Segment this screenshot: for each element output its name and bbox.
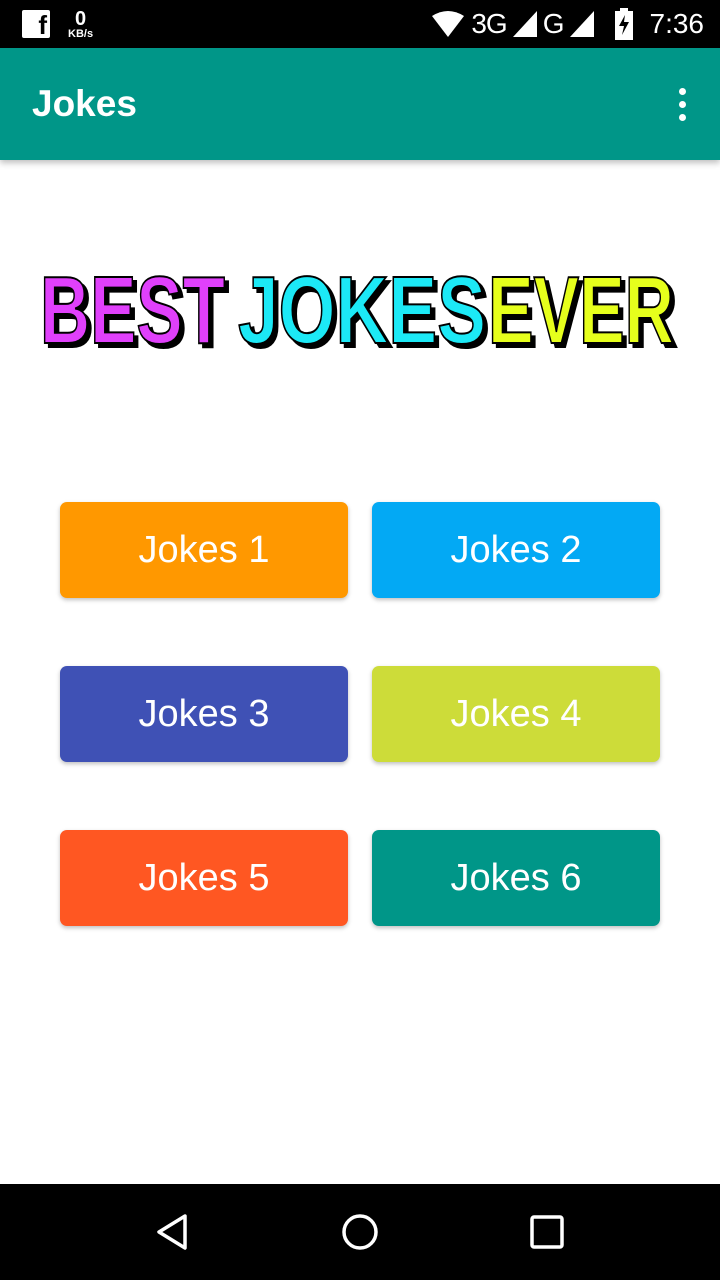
jokes-1-button[interactable]: Jokes 1 bbox=[60, 502, 348, 598]
jokes-2-button[interactable]: Jokes 2 bbox=[372, 502, 660, 598]
logo-word-best: BEST bbox=[40, 257, 225, 355]
overflow-dot bbox=[679, 87, 686, 95]
status-left: f 0 KB/s bbox=[22, 9, 93, 40]
jokes-3-button[interactable]: Jokes 3 bbox=[60, 666, 348, 762]
battery-charging-icon bbox=[614, 8, 633, 40]
logo-word-ever: EVER bbox=[488, 257, 674, 355]
app-title: Jokes bbox=[32, 83, 137, 124]
jokes-buttons-grid: Jokes 1 Jokes 2 Jokes 3 Jokes 4 Jokes 5 … bbox=[60, 502, 660, 926]
more-vert-icon[interactable] bbox=[671, 80, 694, 129]
signal-icon bbox=[512, 11, 537, 37]
jokes-5-button[interactable]: Jokes 5 bbox=[60, 830, 348, 926]
best-jokes-ever-logo: BEST JOKES EVER bbox=[0, 250, 720, 360]
navigation-bar bbox=[0, 1184, 720, 1280]
wifi-icon bbox=[432, 11, 465, 37]
home-button[interactable] bbox=[320, 1192, 400, 1272]
logo-graphic: BEST JOKES EVER bbox=[40, 256, 675, 355]
logo-word-jokes: JOKES bbox=[238, 257, 486, 355]
app-bar: Jokes bbox=[0, 48, 720, 160]
recents-button[interactable] bbox=[507, 1192, 587, 1272]
clock: 7:36 bbox=[649, 8, 705, 39]
facebook-icon: f bbox=[22, 10, 50, 38]
net-speed-value: 0 bbox=[74, 7, 87, 30]
recents-icon bbox=[529, 1215, 564, 1249]
jokes-6-button[interactable]: Jokes 6 bbox=[372, 830, 660, 926]
overflow-dot bbox=[679, 100, 686, 108]
back-button[interactable] bbox=[133, 1192, 213, 1272]
overflow-dot bbox=[679, 113, 686, 121]
jokes-4-button[interactable]: Jokes 4 bbox=[372, 666, 660, 762]
home-icon bbox=[342, 1214, 378, 1250]
back-icon bbox=[157, 1214, 188, 1250]
net-speed-indicator: 0 KB/s bbox=[68, 9, 93, 40]
signal-icon-2 bbox=[569, 11, 594, 37]
status-right: 3G G 7:36 bbox=[431, 8, 704, 40]
network-type-label: 3G bbox=[471, 8, 507, 39]
network-type-label-2: G bbox=[542, 8, 565, 39]
net-speed-unit: KB/s bbox=[68, 27, 94, 40]
status-bar: f 0 KB/s 3G G 7:36 bbox=[0, 0, 720, 48]
